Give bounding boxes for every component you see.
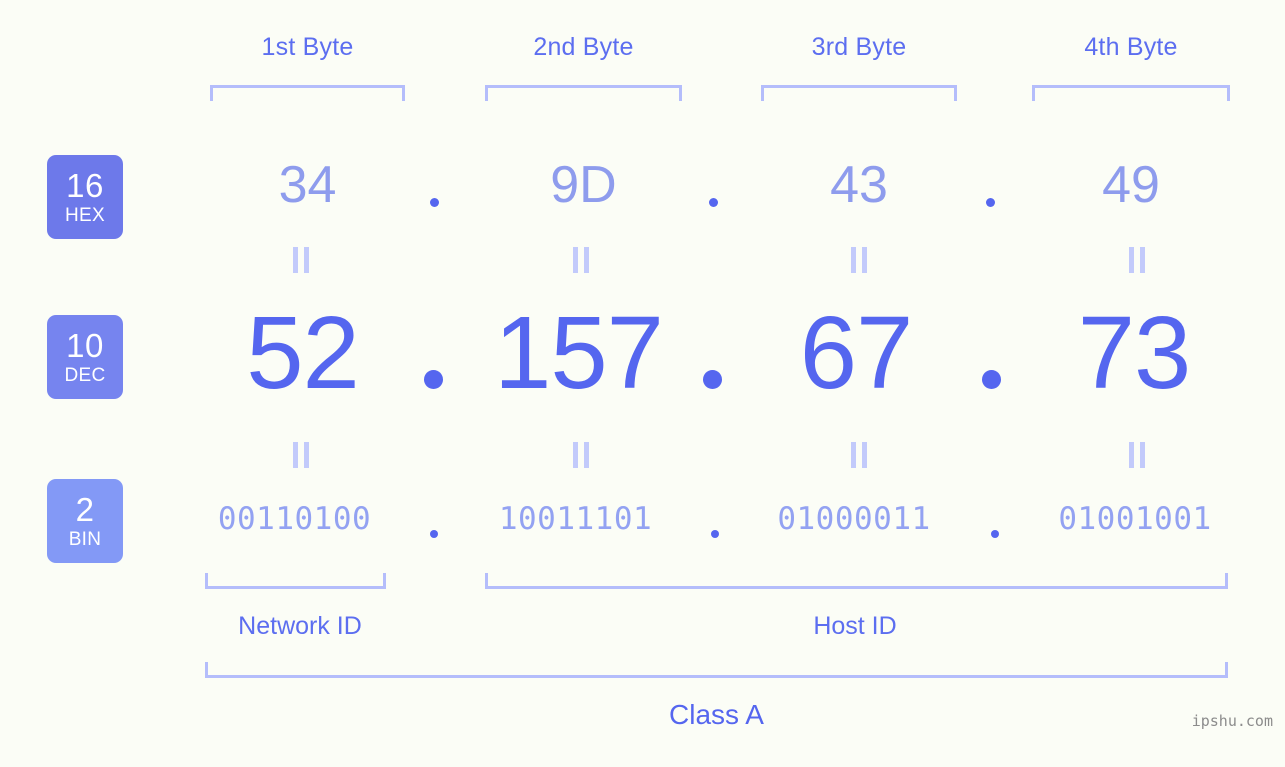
hex-byte-1: 34 <box>278 156 337 214</box>
ip-address-breakdown-diagram: 1st Byte 2nd Byte 3rd Byte 4th Byte 16 H… <box>0 0 1285 767</box>
equals-mark-dec-bin-1 <box>292 442 310 468</box>
hex-separator-dot-2 <box>709 198 718 207</box>
byte-bracket-4 <box>1032 85 1230 101</box>
dec-byte-1: 52 <box>246 295 360 410</box>
byte-header-label-4: 4th Byte <box>1084 33 1178 61</box>
bin-separator-dot-1 <box>430 530 438 538</box>
network-id-label: Network ID <box>238 612 362 640</box>
byte-bracket-3 <box>761 85 957 101</box>
base-badge-hex-number: 16 <box>66 167 104 204</box>
base-badge-bin-name: BIN <box>68 529 102 550</box>
equals-mark-dec-bin-3 <box>850 442 868 468</box>
equals-mark-dec-bin-2 <box>572 442 590 468</box>
byte-header-label-3: 3rd Byte <box>811 33 907 61</box>
dec-separator-dot-3 <box>982 370 1001 389</box>
dec-separator-dot-1 <box>424 370 443 389</box>
host-id-bracket <box>485 573 1228 589</box>
bin-separator-dot-3 <box>991 530 999 538</box>
byte-bracket-1 <box>210 85 405 101</box>
dec-byte-3: 67 <box>799 295 914 410</box>
hex-separator-dot-1 <box>430 198 439 207</box>
bin-byte-3: 01000011 <box>777 501 931 537</box>
base-badge-dec-number: 10 <box>66 327 104 364</box>
equals-mark-hex-dec-1 <box>292 247 310 273</box>
dec-byte-2: 157 <box>494 295 664 410</box>
host-id-label: Host ID <box>813 612 897 640</box>
class-bracket <box>205 662 1228 678</box>
hex-separator-dot-3 <box>986 198 995 207</box>
hex-byte-3: 43 <box>830 156 888 214</box>
class-label: Class A <box>669 699 764 730</box>
equals-mark-hex-dec-2 <box>572 247 590 273</box>
equals-mark-hex-dec-3 <box>850 247 868 273</box>
bin-separator-dot-2 <box>711 530 719 538</box>
byte-header-label-2: 2nd Byte <box>533 33 634 61</box>
hex-byte-2: 9D <box>550 156 617 214</box>
base-badge-hex-name: HEX <box>65 205 105 226</box>
hex-byte-4: 49 <box>1102 156 1160 214</box>
dec-byte-4: 73 <box>1077 295 1192 410</box>
network-id-bracket <box>205 573 386 589</box>
base-badge-hex: 16 HEX <box>47 155 123 239</box>
dec-separator-dot-2 <box>703 370 722 389</box>
watermark: ipshu.com <box>1191 712 1273 730</box>
bin-byte-4: 01001001 <box>1058 501 1212 537</box>
byte-bracket-2 <box>485 85 682 101</box>
base-badge-bin: 2 BIN <box>47 479 123 563</box>
equals-mark-dec-bin-4 <box>1128 442 1146 468</box>
base-badge-dec-name: DEC <box>64 365 106 386</box>
base-badge-dec: 10 DEC <box>47 315 123 399</box>
bin-byte-2: 10011101 <box>498 501 653 537</box>
equals-mark-hex-dec-4 <box>1128 247 1146 273</box>
base-badge-bin-number: 2 <box>75 491 95 528</box>
bin-byte-1: 00110100 <box>217 501 372 537</box>
byte-header-label-1: 1st Byte <box>261 33 354 61</box>
